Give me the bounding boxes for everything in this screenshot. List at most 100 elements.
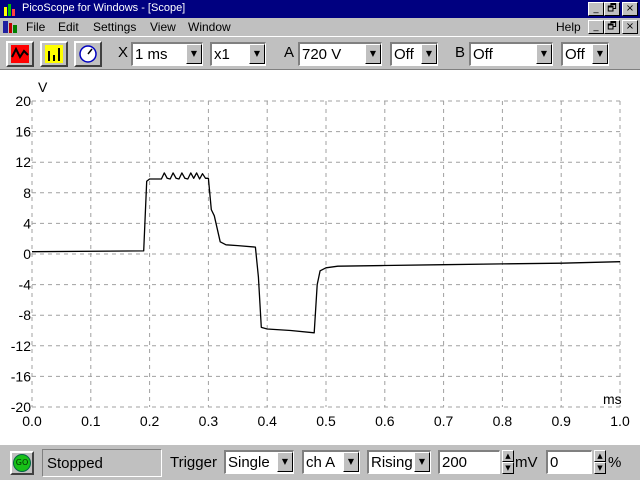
x-tick-label: 0.2 bbox=[140, 413, 160, 429]
chevron-down-icon[interactable]: ▼ bbox=[186, 44, 202, 64]
chevron-down-icon[interactable]: ▼ bbox=[536, 44, 552, 64]
scope-plot[interactable]: 201612840-4-8-12-16-20 0.0 0.1 0.2 0.3 0.4 0.… bbox=[0, 70, 640, 444]
timebase-value: 1 ms bbox=[135, 46, 168, 63]
menu-edit[interactable]: Edit bbox=[58, 20, 79, 34]
close-button[interactable]: × bbox=[622, 2, 638, 16]
x-tick-label: 0.8 bbox=[493, 413, 513, 429]
channel-a-mode-value: Off bbox=[394, 46, 414, 63]
child-minimize-button[interactable]: _ bbox=[588, 20, 604, 34]
y-tick-label: 0 bbox=[23, 246, 31, 262]
trigger-label: Trigger bbox=[170, 454, 217, 471]
y-tick-label: 4 bbox=[23, 215, 31, 231]
y-tick-label: 16 bbox=[15, 124, 31, 140]
channel-a-trace bbox=[31, 172, 621, 334]
timebase-label: X bbox=[118, 44, 129, 61]
title-bar: PicoScope for Windows - [Scope] _ 🗗 × bbox=[0, 0, 640, 18]
chevron-down-icon[interactable]: ▼ bbox=[249, 44, 265, 64]
run-status-panel: Stopped bbox=[42, 449, 162, 477]
x-tick-labels: 0.0 0.1 0.2 0.3 0.4 0.5 0.6 0.7 0.8 0.9 1.0 bbox=[22, 413, 630, 429]
y-tick-label: 12 bbox=[15, 154, 31, 170]
meter-mode-icon bbox=[79, 45, 97, 63]
trigger-edge-value: Rising bbox=[371, 454, 413, 471]
spin-up-icon[interactable]: ▲ bbox=[502, 450, 514, 462]
minimize-icon: _ bbox=[593, 21, 599, 32]
plot-grid bbox=[31, 100, 621, 408]
chevron-down-icon[interactable]: ▼ bbox=[592, 44, 608, 64]
trigger-level-value: 200 bbox=[442, 454, 468, 471]
go-button[interactable]: GO bbox=[10, 451, 34, 475]
chevron-down-icon[interactable]: ▼ bbox=[421, 44, 437, 64]
chevron-down-icon[interactable]: ▼ bbox=[343, 452, 359, 472]
x-tick-label: 0.3 bbox=[199, 413, 219, 429]
trigger-level-spinner[interactable]: ▲ ▼ bbox=[502, 450, 514, 474]
channel-b-range-select[interactable]: Off ▼ bbox=[469, 42, 553, 66]
trigger-channel-value: ch A bbox=[306, 454, 336, 471]
restore-icon: 🗗 bbox=[607, 3, 617, 14]
y-tick-label: 20 bbox=[15, 93, 31, 109]
toolbar: X 1 ms ▼ x1 ▼ A 720 V ▼ Off ▼ B Off ▼ Of… bbox=[0, 36, 640, 70]
close-icon: × bbox=[625, 21, 635, 32]
window-title: PicoScope for Windows - [Scope] bbox=[22, 2, 186, 14]
x-tick-label: 0.7 bbox=[434, 413, 454, 429]
x-tick-label: 0.4 bbox=[257, 413, 277, 429]
pretrigger-unit: % bbox=[608, 454, 622, 471]
trigger-edge-select[interactable]: Rising ▼ bbox=[367, 450, 431, 474]
spin-down-icon[interactable]: ▼ bbox=[502, 462, 514, 474]
y-tick-label: -12 bbox=[11, 338, 31, 354]
restore-button[interactable]: 🗗 bbox=[604, 2, 620, 16]
run-status-text: Stopped bbox=[47, 455, 103, 472]
minimize-icon: _ bbox=[593, 3, 599, 14]
channel-a-range-select[interactable]: 720 V ▼ bbox=[298, 42, 382, 66]
minimize-button[interactable]: _ bbox=[588, 2, 604, 16]
x-tick-label: 0.6 bbox=[375, 413, 395, 429]
restore-icon: 🗗 bbox=[607, 21, 617, 32]
child-restore-button[interactable]: 🗗 bbox=[604, 20, 620, 34]
x-axis-label: ms bbox=[603, 391, 622, 407]
trigger-mode-value: Single bbox=[228, 454, 270, 471]
y-tick-labels: 201612840-4-8-12-16-20 bbox=[11, 93, 31, 415]
channel-b-label: B bbox=[455, 44, 466, 61]
menu-settings[interactable]: Settings bbox=[93, 20, 136, 34]
scope-mode-icon bbox=[11, 45, 29, 63]
scope-view[interactable]: 20 16 12 8 4 0 -4 -8 -12 -16 -20 0.0 0.1 0.2 0.3 0.4 0.… bbox=[0, 70, 640, 444]
y-tick-label: -16 bbox=[11, 368, 31, 384]
chevron-down-icon[interactable]: ▼ bbox=[277, 452, 293, 472]
timebase-select[interactable]: 1 ms ▼ bbox=[131, 42, 203, 66]
channel-b-mode-value: Off bbox=[565, 46, 585, 63]
y-axis-label: V bbox=[38, 79, 48, 95]
status-bar: GO Stopped Trigger Single ▼ ch A ▼ Risin… bbox=[0, 444, 640, 480]
trigger-level-input[interactable]: 200 bbox=[438, 450, 500, 474]
trigger-mode-select[interactable]: Single ▼ bbox=[224, 450, 294, 474]
menu-help[interactable]: Help bbox=[556, 20, 581, 34]
pretrigger-spinner[interactable]: ▲ ▼ bbox=[594, 450, 606, 474]
scope-mode-button[interactable] bbox=[6, 41, 34, 67]
go-indicator-icon: GO bbox=[13, 454, 31, 472]
channel-b-mode-select[interactable]: Off ▼ bbox=[561, 42, 609, 66]
menu-view[interactable]: View bbox=[150, 20, 176, 34]
picoscope-app-icon[interactable] bbox=[2, 1, 18, 17]
channel-b-range-value: Off bbox=[473, 46, 493, 63]
x-tick-label: 0.1 bbox=[81, 413, 101, 429]
document-icon[interactable] bbox=[2, 19, 18, 35]
spin-down-icon[interactable]: ▼ bbox=[594, 462, 606, 474]
trigger-channel-select[interactable]: ch A ▼ bbox=[302, 450, 360, 474]
child-close-button[interactable]: × bbox=[622, 20, 638, 34]
y-tick-label: 8 bbox=[23, 185, 31, 201]
menu-bar: File Edit Settings View Window Help _ 🗗 … bbox=[0, 18, 640, 36]
multiplier-select[interactable]: x1 ▼ bbox=[210, 42, 266, 66]
spin-up-icon[interactable]: ▲ bbox=[594, 450, 606, 462]
menu-window[interactable]: Window bbox=[188, 20, 231, 34]
y-tick-label: -4 bbox=[19, 277, 32, 293]
spectrum-mode-button[interactable] bbox=[40, 41, 68, 67]
meter-mode-button[interactable] bbox=[74, 41, 102, 67]
chevron-down-icon[interactable]: ▼ bbox=[365, 44, 381, 64]
trigger-level-unit: mV bbox=[515, 454, 538, 471]
pretrigger-input[interactable]: 0 bbox=[546, 450, 592, 474]
channel-a-label: A bbox=[284, 44, 295, 61]
menu-file[interactable]: File bbox=[26, 20, 45, 34]
channel-a-mode-select[interactable]: Off ▼ bbox=[390, 42, 438, 66]
chevron-down-icon[interactable]: ▼ bbox=[414, 452, 430, 472]
channel-a-range-value: 720 V bbox=[302, 46, 342, 63]
multiplier-value: x1 bbox=[214, 46, 230, 63]
x-tick-label: 0.9 bbox=[551, 413, 571, 429]
